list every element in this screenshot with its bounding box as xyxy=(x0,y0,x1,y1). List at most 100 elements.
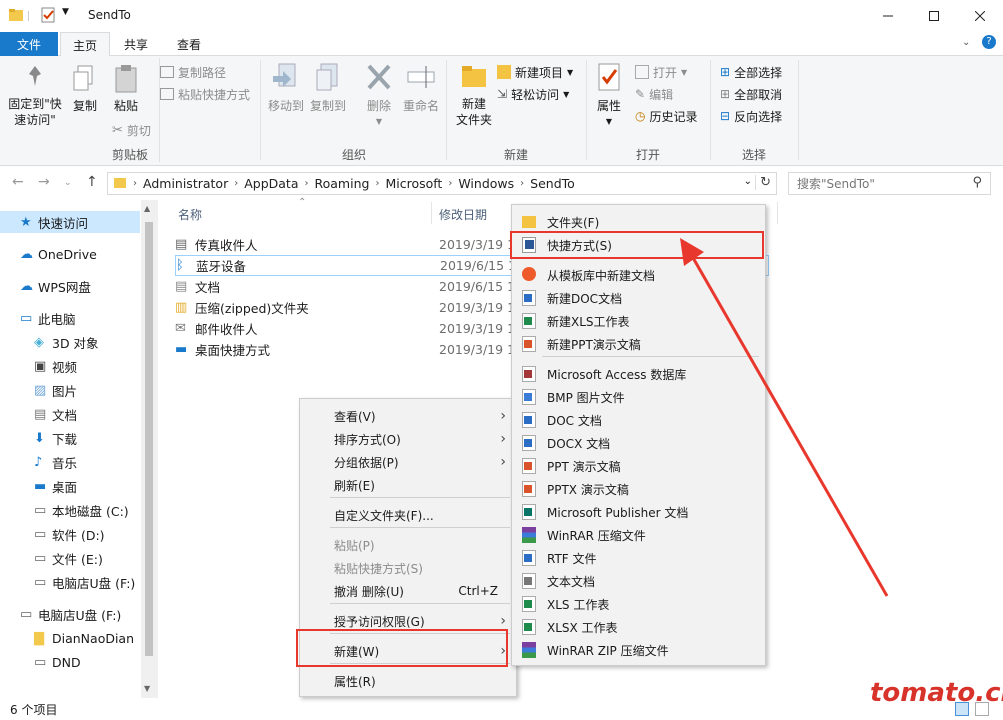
nav-item[interactable]: ▤ 文档 xyxy=(0,403,140,425)
properties-quick-icon[interactable] xyxy=(40,7,56,23)
breadcrumb-item[interactable]: Roaming xyxy=(311,176,374,191)
chevron-right-icon[interactable]: › xyxy=(232,178,240,189)
new-folder-button[interactable]: 新建 文件夹 xyxy=(452,62,496,128)
nav-item[interactable]: ◈ 3D 对象 xyxy=(0,331,140,353)
menu-item-label: XLSX 工作表 xyxy=(547,620,618,635)
breadcrumb-item[interactable]: SendTo xyxy=(526,176,579,191)
scroll-down-icon[interactable]: ▼ xyxy=(144,684,150,693)
nav-item[interactable]: ☁ OneDrive xyxy=(0,243,140,265)
nav-item-label: 3D 对象 xyxy=(52,335,99,351)
close-button[interactable] xyxy=(957,0,1003,31)
menu-item-label: 自定义文件夹(F)... xyxy=(334,508,434,523)
nav-item[interactable]: ▭ 软件 (D:) xyxy=(0,523,140,545)
context-menu-item[interactable]: 排序方式(O) › xyxy=(302,428,514,450)
context-menu-item[interactable]: 查看(V) › xyxy=(302,405,514,427)
tab-view[interactable]: 查看 xyxy=(165,32,213,56)
breadcrumb-item[interactable]: AppData xyxy=(240,176,302,191)
properties-button[interactable]: 属性 ▼ xyxy=(592,62,626,130)
context-menu-item[interactable]: 刷新(E) xyxy=(302,474,514,496)
open-button[interactable]: 打开 ▼ xyxy=(635,62,687,82)
nav-item-label: 电脑店U盘 (F:) xyxy=(52,575,136,591)
new-submenu-item[interactable]: WinRAR ZIP 压缩文件 xyxy=(514,639,763,661)
nav-item-label: 文件 (E:) xyxy=(52,551,103,567)
scroll-up-icon[interactable]: ▲ xyxy=(144,204,150,213)
tab-home[interactable]: 主页 xyxy=(60,32,111,57)
nav-item[interactable]: ★ 快速访问 xyxy=(0,211,140,233)
new-submenu-item[interactable]: XLSX 工作表 xyxy=(514,616,763,638)
paste-shortcut-button[interactable]: 粘贴快捷方式 xyxy=(160,84,250,104)
new-item-button[interactable]: 新建项目 ▼ xyxy=(497,62,573,82)
nav-item[interactable]: ▇ DianNaoDian xyxy=(0,627,140,649)
copy-button[interactable]: 复制 xyxy=(68,64,102,114)
nav-item[interactable]: ▭ 电脑店U盘 (F:) xyxy=(0,603,140,625)
scrollbar-thumb[interactable] xyxy=(145,222,153,656)
paste-button[interactable]: 粘贴 xyxy=(108,64,144,114)
menu-item-label: 分组依据(P) xyxy=(334,455,399,470)
nav-item[interactable]: ▭ 此电脑 xyxy=(0,307,140,329)
select-all-button[interactable]: ⊞ 全部选择 xyxy=(720,62,782,82)
nav-item[interactable]: ♪ 音乐 xyxy=(0,451,140,473)
tab-file[interactable]: 文件 xyxy=(0,32,58,56)
nav-item-label: WPS网盘 xyxy=(38,279,91,295)
rename-button[interactable]: 重命名 xyxy=(400,62,442,114)
document-icon: ▤ xyxy=(175,279,188,294)
chevron-right-icon[interactable]: › xyxy=(131,178,139,189)
nav-item[interactable]: ▭ 本地磁盘 (C:) xyxy=(0,499,140,521)
search-icon[interactable]: ⚲ xyxy=(972,175,982,190)
move-to-button[interactable]: 移动到 xyxy=(266,62,306,114)
collapse-ribbon-icon[interactable]: ⌄ xyxy=(962,37,970,48)
context-menu-item[interactable]: 自定义文件夹(F)... xyxy=(302,504,514,526)
forward-arrow-icon[interactable]: → xyxy=(38,174,50,190)
file-name: 压缩(zipped)文件夹 xyxy=(195,301,309,316)
select-none-button[interactable]: ⊞ 全部取消 xyxy=(720,84,782,104)
chevron-right-icon[interactable]: › xyxy=(446,178,454,189)
minimize-button[interactable] xyxy=(865,0,911,31)
context-menu-item[interactable]: 粘贴(P) xyxy=(302,534,514,556)
nav-item[interactable]: ⬇ 下载 xyxy=(0,427,140,449)
invert-selection-button[interactable]: ⊟ 反向选择 xyxy=(720,106,782,126)
delete-button[interactable]: 删除 ▼ xyxy=(362,62,396,130)
history-button[interactable]: ◷ 历史记录 xyxy=(635,106,698,126)
back-arrow-icon[interactable]: ← xyxy=(12,174,24,190)
quick-access-dropdown-icon[interactable]: ▼ xyxy=(62,7,78,23)
chevron-right-icon[interactable]: › xyxy=(518,178,526,189)
copy-path-button[interactable]: 复制路径 xyxy=(160,62,226,82)
context-menu-item[interactable]: 粘贴快捷方式(S) xyxy=(302,557,514,579)
nav-item[interactable]: ▣ 视频 xyxy=(0,355,140,377)
breadcrumb-item[interactable]: Windows xyxy=(454,176,518,191)
chevron-right-icon[interactable]: › xyxy=(373,178,381,189)
tab-share[interactable]: 共享 xyxy=(112,32,160,56)
refresh-icon[interactable]: ↻ xyxy=(755,175,771,190)
help-icon[interactable]: ? xyxy=(982,35,996,49)
chevron-down-icon[interactable]: ⌄ xyxy=(744,176,752,187)
nav-item[interactable]: ▬ 桌面 xyxy=(0,475,140,497)
paste-shortcut-icon xyxy=(160,88,174,100)
nav-item[interactable]: ▭ 电脑店U盘 (F:) xyxy=(0,571,140,593)
copy-to-button[interactable]: 复制到 xyxy=(308,62,348,114)
nav-scrollbar[interactable]: ▲ ▼ xyxy=(141,200,158,698)
pin-quick-access-button[interactable]: 固定到"快 速访问" xyxy=(6,64,64,128)
maximize-button[interactable] xyxy=(911,0,957,31)
context-menu-item[interactable]: 分组依据(P) › xyxy=(302,451,514,473)
nav-item[interactable]: ▭ 文件 (E:) xyxy=(0,547,140,569)
column-header-date[interactable]: 修改日期 xyxy=(439,206,487,223)
cut-button[interactable]: ✂ 剪切 xyxy=(112,120,151,140)
context-menu-item[interactable]: 属性(R) xyxy=(302,670,514,692)
nav-item-label: OneDrive xyxy=(38,246,97,262)
divider xyxy=(260,60,261,160)
edit-button[interactable]: ✎ 编辑 xyxy=(635,84,673,104)
chevron-right-icon[interactable]: › xyxy=(303,178,311,189)
recent-locations-icon[interactable]: ⌄ xyxy=(64,178,72,188)
nav-item[interactable]: ☁ WPS网盘 xyxy=(0,275,140,297)
search-input[interactable]: 搜索"SendTo" ⚲ xyxy=(788,172,991,195)
breadcrumb-item[interactable]: Administrator xyxy=(139,176,232,191)
up-arrow-icon[interactable]: ↑ xyxy=(86,174,98,190)
breadcrumb-item[interactable]: Microsoft xyxy=(381,176,446,191)
column-header-name[interactable]: 名称 xyxy=(178,206,202,223)
address-bar[interactable]: › Administrator › AppData › Roaming › Mi… xyxy=(107,172,777,195)
easy-access-button[interactable]: ⇲ 轻松访问 ▼ xyxy=(497,84,569,104)
nav-item-label: DND xyxy=(52,654,81,670)
context-menu-item[interactable]: 撤消 删除(U) Ctrl+Z xyxy=(302,580,514,602)
nav-item[interactable]: ▨ 图片 xyxy=(0,379,140,401)
nav-item[interactable]: ▭ DND xyxy=(0,651,140,673)
